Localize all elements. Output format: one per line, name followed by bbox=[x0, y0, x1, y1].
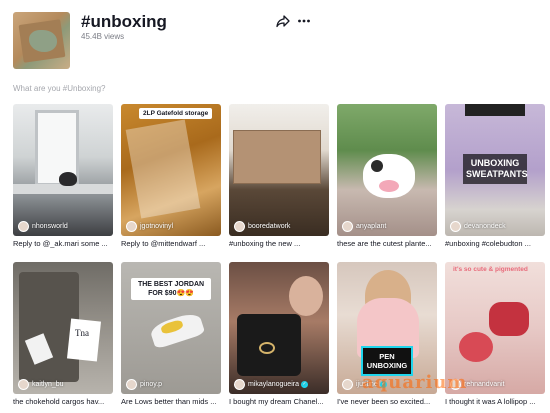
view-count: 45.4B views bbox=[81, 32, 125, 41]
video-card[interactable]: THE BEST JORDAN FOR $90😍😍 pinoy.p Are Lo… bbox=[121, 262, 221, 406]
video-thumbnail[interactable]: UNBOXING SWEATPANTS devanondeck bbox=[445, 104, 545, 236]
video-author[interactable]: pinoy.p bbox=[126, 379, 162, 390]
author-avatar bbox=[342, 379, 353, 390]
video-thumbnail[interactable]: booredatwork bbox=[229, 104, 329, 236]
video-overlay-text: UNBOXING SWEATPANTS bbox=[463, 154, 528, 184]
author-avatar bbox=[234, 379, 245, 390]
video-author[interactable]: anyaplant bbox=[342, 221, 386, 232]
video-card[interactable]: UNBOXING SWEATPANTS devanondeck #unboxin… bbox=[445, 104, 545, 248]
author-avatar bbox=[126, 221, 137, 232]
hashtag-cover-image bbox=[13, 12, 70, 69]
video-author[interactable]: mikaylanogueira ✓ bbox=[234, 379, 308, 390]
video-thumbnail[interactable]: anyaplant bbox=[337, 104, 437, 236]
more-dots-icon[interactable] bbox=[297, 14, 311, 28]
author-avatar bbox=[18, 221, 29, 232]
video-caption[interactable]: I thought it was A lollipop ... bbox=[445, 397, 545, 406]
video-thumbnail[interactable]: nhonsworld bbox=[13, 104, 113, 236]
hashtag-question: What are you #Unboxing? bbox=[13, 84, 106, 93]
video-caption[interactable]: I bought my dream Chanel... bbox=[229, 397, 329, 406]
video-overlay-text: Tna bbox=[75, 328, 89, 338]
video-caption[interactable]: #unboxing the new ... bbox=[229, 239, 329, 248]
video-card[interactable]: mikaylanogueira ✓ I bought my dream Chan… bbox=[229, 262, 329, 406]
video-card[interactable]: Tna kaitlyn_bu the chokehold cargos hav.… bbox=[13, 262, 113, 406]
video-card[interactable]: nhonsworld Reply to @_ak.mari some ... bbox=[13, 104, 113, 248]
video-caption[interactable]: Reply to @_ak.mari some ... bbox=[13, 239, 113, 248]
author-avatar bbox=[234, 221, 245, 232]
video-overlay-text: 2LP Gatefold storage bbox=[139, 108, 213, 119]
author-avatar bbox=[450, 221, 461, 232]
video-card[interactable]: anyaplant these are the cutest plante... bbox=[337, 104, 437, 248]
author-avatar bbox=[126, 379, 137, 390]
video-author[interactable]: kaitlyn_bu bbox=[18, 379, 64, 390]
page-title: #unboxing bbox=[81, 12, 167, 31]
author-avatar bbox=[18, 379, 29, 390]
author-avatar bbox=[342, 221, 353, 232]
video-overlay-text: THE BEST JORDAN FOR $90😍😍 bbox=[131, 278, 211, 300]
video-overlay-text: it's so cute & pigmented bbox=[453, 266, 528, 273]
video-author[interactable]: jgotnovinyl bbox=[126, 221, 173, 232]
video-caption[interactable]: #unboxing #colebudton ... bbox=[445, 239, 545, 248]
video-author[interactable]: devanondeck bbox=[450, 221, 506, 232]
video-caption[interactable]: these are the cutest plante... bbox=[337, 239, 437, 248]
verified-badge-icon: ✓ bbox=[300, 381, 308, 388]
video-caption[interactable]: I've never been so excited... bbox=[337, 397, 437, 406]
video-thumbnail[interactable]: 2LP Gatefold storage jgotnovinyl bbox=[121, 104, 221, 236]
watermark-text: aquarium bbox=[362, 372, 468, 393]
video-card[interactable]: 2LP Gatefold storage jgotnovinyl Reply t… bbox=[121, 104, 221, 248]
video-thumbnail[interactable]: mikaylanogueira ✓ bbox=[229, 262, 329, 394]
video-card[interactable]: booredatwork #unboxing the new ... bbox=[229, 104, 329, 248]
video-caption[interactable]: Reply to @mittendwarf ... bbox=[121, 239, 221, 248]
video-caption[interactable]: Are Lows better than mids ... bbox=[121, 397, 221, 406]
video-caption[interactable]: the chokehold cargos hav... bbox=[13, 397, 113, 406]
share-arrow-icon[interactable] bbox=[276, 14, 290, 28]
video-thumbnail[interactable]: THE BEST JORDAN FOR $90😍😍 pinoy.p bbox=[121, 262, 221, 394]
video-thumbnail[interactable]: Tna kaitlyn_bu bbox=[13, 262, 113, 394]
video-author[interactable]: nhonsworld bbox=[18, 221, 68, 232]
video-author[interactable]: booredatwork bbox=[234, 221, 290, 232]
